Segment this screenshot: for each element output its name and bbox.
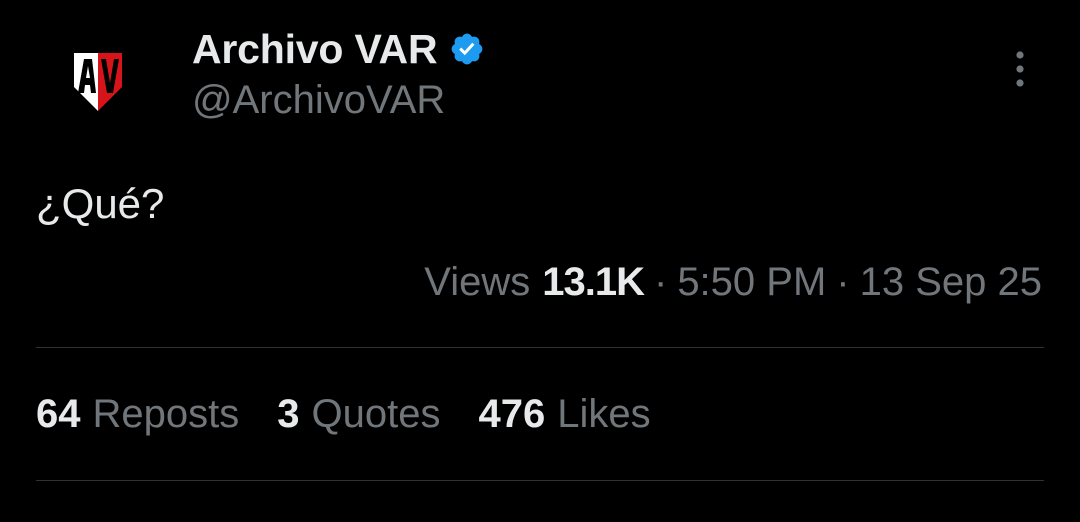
meta-separator: ·	[653, 260, 668, 304]
meta-separator: ·	[836, 260, 850, 304]
tweet-time[interactable]: 5:50 PM	[677, 260, 826, 305]
divider-top	[36, 347, 1044, 348]
reposts-stat[interactable]: 64 Reposts	[36, 392, 239, 437]
reposts-label: Reposts	[92, 392, 240, 436]
more-vertical-icon[interactable]	[1002, 46, 1038, 92]
quotes-count: 3	[277, 392, 300, 436]
reposts-count: 64	[36, 392, 81, 436]
author-handle[interactable]: @ArchivoVAR	[192, 78, 445, 123]
likes-count: 476	[478, 392, 546, 436]
quotes-stat[interactable]: 3 Quotes	[277, 392, 440, 437]
quotes-label: Quotes	[311, 392, 441, 436]
likes-label: Likes	[557, 392, 651, 436]
avatar[interactable]	[36, 20, 160, 144]
tweet-date[interactable]: 13 Sep 25	[860, 260, 1042, 305]
views-count[interactable]: 13.1K	[542, 260, 645, 305]
tweet-meta: Views 13.1K · 5:50 PM · 13 Sep 25	[424, 260, 1042, 305]
divider-bottom	[36, 480, 1044, 481]
author-display-name[interactable]: Archivo VAR	[192, 26, 438, 73]
likes-stat[interactable]: 476 Likes	[478, 392, 650, 437]
views-label: Views	[424, 260, 531, 304]
engagement-stats: 64 Reposts 3 Quotes 476 Likes	[36, 392, 689, 437]
archivo-var-logo	[74, 53, 122, 111]
author-name-row: Archivo VAR	[192, 22, 485, 76]
tweet-detail: Archivo VAR @ArchivoVAR ¿Qué? Views 13.1…	[0, 0, 1080, 522]
verified-badge-icon[interactable]	[449, 31, 485, 67]
tweet-text: ¿Qué?	[36, 180, 165, 227]
